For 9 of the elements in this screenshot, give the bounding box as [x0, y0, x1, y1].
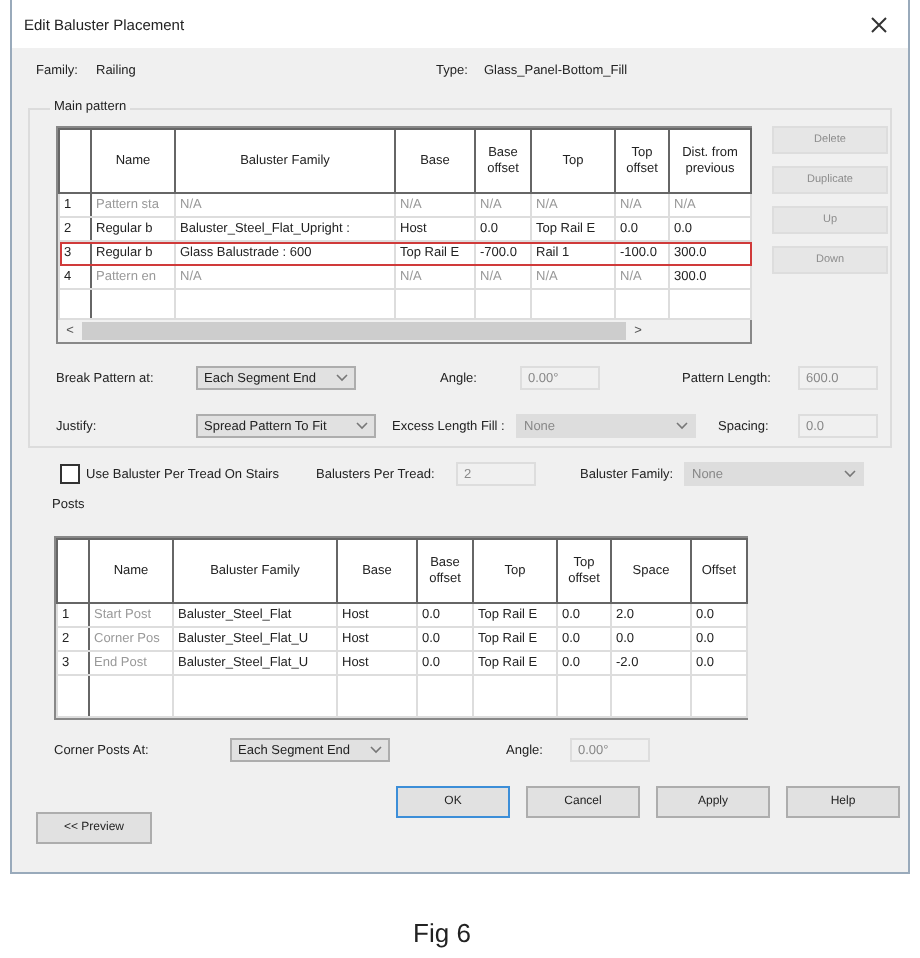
checkbox[interactable]	[60, 464, 80, 484]
close-icon[interactable]	[870, 15, 888, 33]
scroll-thumb[interactable]	[82, 322, 626, 340]
caret-icon	[844, 470, 856, 478]
figure-caption: Fig 6	[411, 918, 473, 948]
caret-icon	[676, 422, 688, 430]
caret-icon	[336, 374, 348, 382]
caret-icon	[370, 746, 382, 754]
caret-icon	[356, 422, 368, 430]
